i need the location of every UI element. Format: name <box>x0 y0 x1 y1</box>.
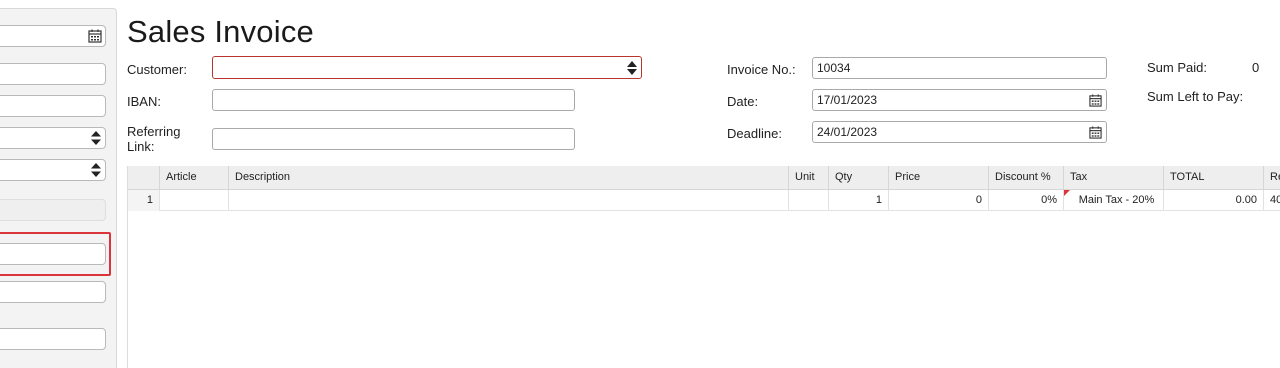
column-header-discount[interactable]: Discount % <box>988 166 1063 190</box>
sum-left-to-pay-label: Sum Left to Pay: <box>1147 89 1244 104</box>
referring-link-label-line2: Link: <box>127 139 155 154</box>
date-label: Date: <box>727 94 759 109</box>
cell-tax[interactable]: Main Tax - 20% <box>1063 190 1163 211</box>
left-date-field[interactable] <box>0 25 106 47</box>
grid-header: Article Description Unit Qty Price Disco… <box>128 166 1280 190</box>
sum-paid-value: 0 <box>1252 60 1260 75</box>
invoice-no-field[interactable]: 10034 <box>812 57 1107 79</box>
column-header-total[interactable]: TOTAL <box>1163 166 1263 190</box>
column-header-price[interactable]: Price <box>888 166 988 190</box>
calendar-icon[interactable] <box>1089 94 1102 107</box>
table-row[interactable]: 1 1 0 0% Main Tax - 20% 0.00 40 <box>128 190 1280 211</box>
left-select-2[interactable] <box>0 159 106 181</box>
referring-link-label-line1: Referring <box>127 124 181 139</box>
date-field[interactable]: 17/01/2023 <box>812 89 1107 111</box>
left-text-field-4[interactable] <box>0 281 106 303</box>
cell-description[interactable] <box>228 190 788 211</box>
column-header-unit[interactable]: Unit <box>788 166 828 190</box>
column-header-article[interactable]: Article <box>159 166 228 190</box>
cell-unit[interactable] <box>788 190 828 211</box>
column-header-tax[interactable]: Tax <box>1063 166 1163 190</box>
sum-paid-label: Sum Paid: <box>1147 60 1207 75</box>
invoice-no-value: 10034 <box>817 61 851 75</box>
spinner-arrows-icon <box>627 61 637 75</box>
invoice-lines-grid: Article Description Unit Qty Price Disco… <box>127 166 1280 368</box>
column-header-re[interactable]: Re <box>1263 166 1280 190</box>
row-number: 1 <box>128 190 159 211</box>
spinner-arrows-icon <box>91 163 101 177</box>
row-number-header <box>128 166 159 190</box>
deadline-field[interactable]: 24/01/2023 <box>812 121 1107 143</box>
iban-label: IBAN: <box>127 94 161 109</box>
customer-select[interactable] <box>212 56 642 79</box>
left-text-field-3[interactable] <box>0 243 106 265</box>
column-header-qty[interactable]: Qty <box>828 166 888 190</box>
left-text-field-5[interactable] <box>0 328 106 350</box>
cell-discount[interactable]: 0% <box>988 190 1063 211</box>
cell-qty[interactable]: 1 <box>828 190 888 211</box>
cell-price[interactable]: 0 <box>888 190 988 211</box>
page-title: Sales Invoice <box>127 14 314 49</box>
invoice-no-label: Invoice No.: <box>727 62 796 77</box>
customer-label: Customer: <box>127 62 187 77</box>
referring-link-label: Referring Link: <box>127 124 180 154</box>
deadline-value: 24/01/2023 <box>817 125 878 139</box>
date-value: 17/01/2023 <box>817 93 878 107</box>
calendar-icon[interactable] <box>88 29 102 43</box>
left-select-1[interactable] <box>0 127 106 149</box>
cell-re[interactable]: 40 <box>1263 190 1280 211</box>
left-text-field-1[interactable] <box>0 63 106 85</box>
referring-link-field[interactable] <box>212 128 575 150</box>
deadline-label: Deadline: <box>727 126 782 141</box>
left-panel <box>0 8 117 368</box>
cell-article[interactable] <box>159 190 228 211</box>
column-header-description[interactable]: Description <box>228 166 788 190</box>
spinner-arrows-icon <box>91 131 101 145</box>
cell-total[interactable]: 0.00 <box>1163 190 1263 211</box>
iban-field[interactable] <box>212 89 575 111</box>
comment-flag-icon <box>1064 190 1070 196</box>
calendar-icon[interactable] <box>1089 126 1102 139</box>
cell-tax-value: Main Tax - 20% <box>1078 194 1155 206</box>
left-disabled-field <box>0 199 106 221</box>
left-text-field-2[interactable] <box>0 95 106 117</box>
